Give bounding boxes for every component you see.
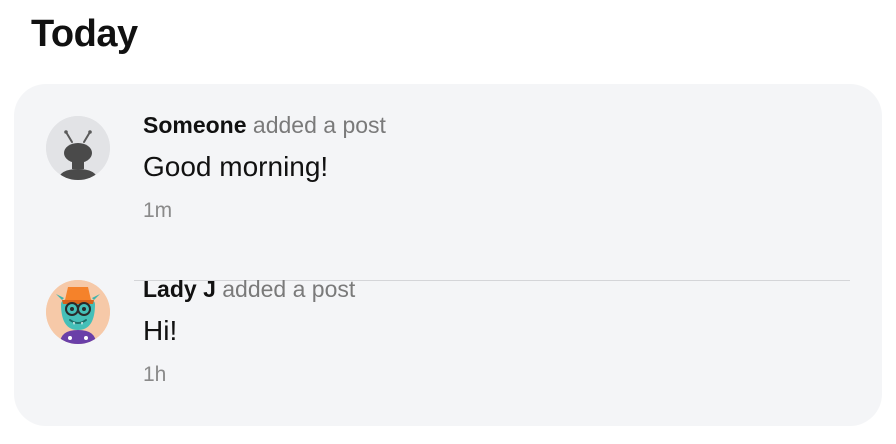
monster-avatar-icon <box>46 280 110 344</box>
activity-card: Someone added a post Good morning! 1m La… <box>14 84 882 426</box>
author-name[interactable]: Lady J <box>143 276 216 302</box>
default-alien-avatar-icon <box>46 116 110 180</box>
timestamp: 1m <box>143 199 173 222</box>
activity-content: Someone added a post Good morning! 1m <box>143 110 852 224</box>
activity-action: added a post <box>252 112 386 138</box>
timestamp: 1h <box>143 363 167 386</box>
activity-item[interactable]: Someone added a post Good morning! 1m <box>14 110 882 281</box>
section-title: Today <box>31 13 138 55</box>
post-message: Good morning! <box>143 151 329 182</box>
author-name[interactable]: Someone <box>143 112 247 138</box>
avatar[interactable] <box>46 280 110 344</box>
post-message: Hi! <box>143 315 178 346</box>
activity-item[interactable]: Lady J added a post Hi! 1h <box>14 274 882 424</box>
activity-page: Today Someone added a post Good morning!… <box>0 0 896 444</box>
activity-action: added a post <box>222 276 356 302</box>
activity-headline: Someone added a post <box>143 110 852 140</box>
avatar[interactable] <box>46 116 110 180</box>
activity-content: Lady J added a post Hi! 1h <box>143 274 852 388</box>
activity-headline: Lady J added a post <box>143 274 852 304</box>
